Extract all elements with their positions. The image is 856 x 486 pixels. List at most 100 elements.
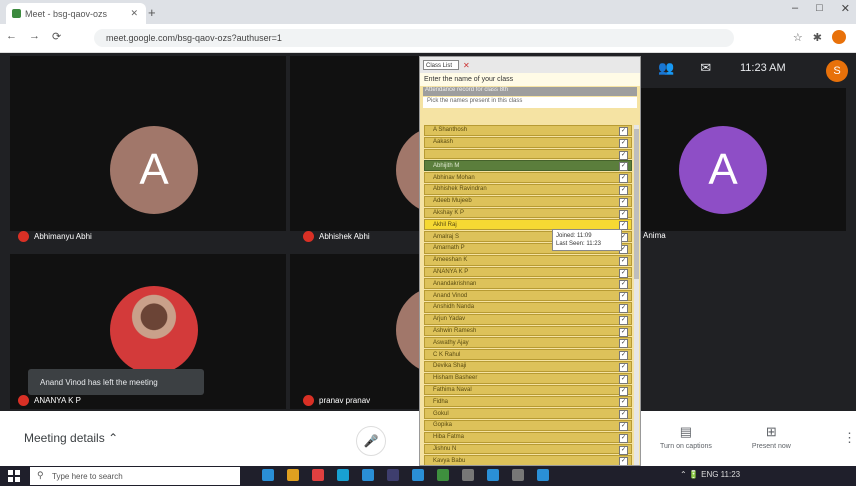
taskbar-app-icon[interactable]: [487, 469, 499, 481]
present-icon: ⊞: [765, 424, 777, 439]
student-name: Anandakrishnan: [433, 280, 477, 287]
taskbar-app-icon[interactable]: [337, 469, 349, 481]
windows-start-icon[interactable]: [8, 470, 20, 482]
close-window-icon[interactable]: ✕: [841, 2, 850, 15]
taskbar-app-icon[interactable]: [412, 469, 424, 481]
taskbar-search[interactable]: ⚲ Type here to search: [30, 467, 240, 485]
participant-name-tag: Anima: [643, 231, 666, 240]
attendance-checkbox[interactable]: ✓: [619, 351, 628, 361]
student-row[interactable]: Abhishek Ravindran ✓: [424, 183, 632, 195]
attendance-checkbox[interactable]: ✓: [619, 138, 628, 148]
student-row[interactable]: Anandakrishnan ✓: [424, 278, 632, 290]
student-row[interactable]: Anshidh Nanda ✓: [424, 301, 632, 313]
attendance-checkbox[interactable]: ✓: [619, 339, 628, 349]
student-row[interactable]: Ashwin Ramesh ✓: [424, 325, 632, 337]
attendance-checkbox[interactable]: ✓: [619, 292, 628, 302]
participant-name-tag: Abhishek Abhi: [303, 231, 370, 242]
popup-header: Class List ✕: [420, 57, 640, 73]
student-row[interactable]: Abhijith M ✓: [424, 160, 632, 172]
student-row[interactable]: Adeeb Mujeeb ✓: [424, 195, 632, 207]
student-row[interactable]: ANANYA K P ✓: [424, 266, 632, 278]
meeting-details-button[interactable]: Meeting details ⌃: [24, 431, 118, 445]
student-name: Fathima Naval: [433, 386, 472, 393]
attendance-checkbox[interactable]: ✓: [619, 410, 628, 420]
attendance-checkbox[interactable]: ✓: [619, 398, 628, 408]
profile-avatar[interactable]: [832, 30, 846, 44]
attendance-checkbox[interactable]: ✓: [619, 362, 628, 372]
attendance-checkbox[interactable]: ✓: [619, 185, 628, 195]
taskbar-app-icon[interactable]: [512, 469, 524, 481]
chat-icon[interactable]: ✉: [700, 60, 711, 76]
attendance-checkbox[interactable]: ✓: [619, 445, 628, 455]
student-row[interactable]: Akshay K P ✓: [424, 207, 632, 219]
browser-tab[interactable]: Meet - bsg-qaov-ozs ✕: [6, 3, 146, 24]
attendance-checkbox[interactable]: ✓: [619, 256, 628, 266]
popup-scrollbar[interactable]: [634, 125, 639, 465]
student-row[interactable]: Gopika ✓: [424, 419, 632, 431]
taskbar-app-icon[interactable]: [387, 469, 399, 481]
student-row[interactable]: Hiba Fatma ✓: [424, 431, 632, 443]
more-options-icon[interactable]: ⋮: [843, 430, 856, 446]
attendance-checkbox[interactable]: ✓: [619, 303, 628, 313]
attendance-checkbox[interactable]: ✓: [619, 327, 628, 337]
taskbar-app-icon[interactable]: [287, 469, 299, 481]
attendance-checkbox[interactable]: ✓: [619, 315, 628, 325]
captions-button[interactable]: ▤ Turn on captions: [660, 424, 712, 450]
close-tab-icon[interactable]: ✕: [130, 8, 138, 19]
url-field[interactable]: meet.google.com/bsg-qaov-ozs?authuser=1: [94, 29, 734, 47]
attendance-checkbox[interactable]: ✓: [619, 280, 628, 290]
attendance-checkbox[interactable]: ✓: [619, 457, 628, 465]
close-popup-icon[interactable]: ✕: [463, 61, 470, 70]
attendance-checkbox[interactable]: ✓: [619, 386, 628, 396]
present-button[interactable]: ⊞ Present now: [752, 424, 791, 450]
attendance-checkbox[interactable]: ✓: [619, 127, 628, 136]
taskbar-app-icon[interactable]: [437, 469, 449, 481]
attendance-checkbox[interactable]: ✓: [619, 421, 628, 431]
student-row[interactable]: Hisham Basheer ✓: [424, 372, 632, 384]
my-avatar[interactable]: S: [826, 60, 848, 82]
attendance-checkbox[interactable]: ✓: [619, 268, 628, 278]
class-name-input[interactable]: Attendance record for class 8th: [423, 87, 637, 96]
new-tab-button[interactable]: +: [148, 5, 156, 20]
class-list-box[interactable]: Class List: [423, 60, 459, 70]
back-icon[interactable]: ←: [6, 30, 17, 43]
taskbar-app-icon[interactable]: [312, 469, 324, 481]
student-row[interactable]: A Shanthosh ✓: [424, 125, 632, 136]
attendance-checkbox[interactable]: ✓: [619, 433, 628, 443]
bookmark-star-icon[interactable]: ☆: [793, 31, 803, 44]
student-row[interactable]: Gokul ✓: [424, 408, 632, 420]
student-row[interactable]: Anand Vinod ✓: [424, 290, 632, 302]
student-row[interactable]: Aswathy Ajay ✓: [424, 337, 632, 349]
student-row[interactable]: Fidha ✓: [424, 396, 632, 408]
forward-icon[interactable]: →: [29, 30, 40, 43]
extension-icon[interactable]: ✱: [813, 31, 822, 44]
maximize-icon[interactable]: □: [816, 2, 823, 15]
taskbar-app-icon[interactable]: [362, 469, 374, 481]
taskbar-app-icon[interactable]: [462, 469, 474, 481]
student-row[interactable]: ✓: [424, 148, 632, 160]
student-row[interactable]: Ameeshan K ✓: [424, 254, 632, 266]
attendance-checkbox[interactable]: ✓: [619, 197, 628, 207]
reload-icon[interactable]: ⟳: [52, 30, 61, 43]
attendance-checkbox[interactable]: ✓: [619, 209, 628, 219]
taskbar-app-icon[interactable]: [262, 469, 274, 481]
student-row[interactable]: Fathima Naval ✓: [424, 384, 632, 396]
participant-avatar: A: [110, 126, 198, 214]
student-row[interactable]: C K Rahul ✓: [424, 349, 632, 361]
student-row[interactable]: Devika Shaji ✓: [424, 360, 632, 372]
people-icon[interactable]: 👥: [658, 60, 674, 76]
meeting-details-label: Meeting details: [24, 431, 105, 445]
student-row[interactable]: Abhinav Mohan ✓: [424, 172, 632, 184]
mic-toggle-button[interactable]: 🎤: [356, 426, 386, 456]
attendance-checkbox[interactable]: ✓: [619, 174, 628, 184]
attendance-checkbox[interactable]: ✓: [619, 162, 628, 172]
student-row[interactable]: Jishnu N ✓: [424, 443, 632, 455]
student-row[interactable]: Kavya Babu ✓: [424, 455, 632, 465]
attendance-checkbox[interactable]: ✓: [619, 374, 628, 384]
student-row[interactable]: Arjun Yadav ✓: [424, 313, 632, 325]
taskbar-app-icon[interactable]: [537, 469, 549, 481]
minimize-icon[interactable]: –: [792, 2, 798, 15]
system-tray[interactable]: ⌃ 🔋 ENG 11:23: [680, 470, 740, 479]
student-row[interactable]: Aakash ✓: [424, 136, 632, 148]
attendance-checkbox[interactable]: ✓: [619, 150, 628, 160]
